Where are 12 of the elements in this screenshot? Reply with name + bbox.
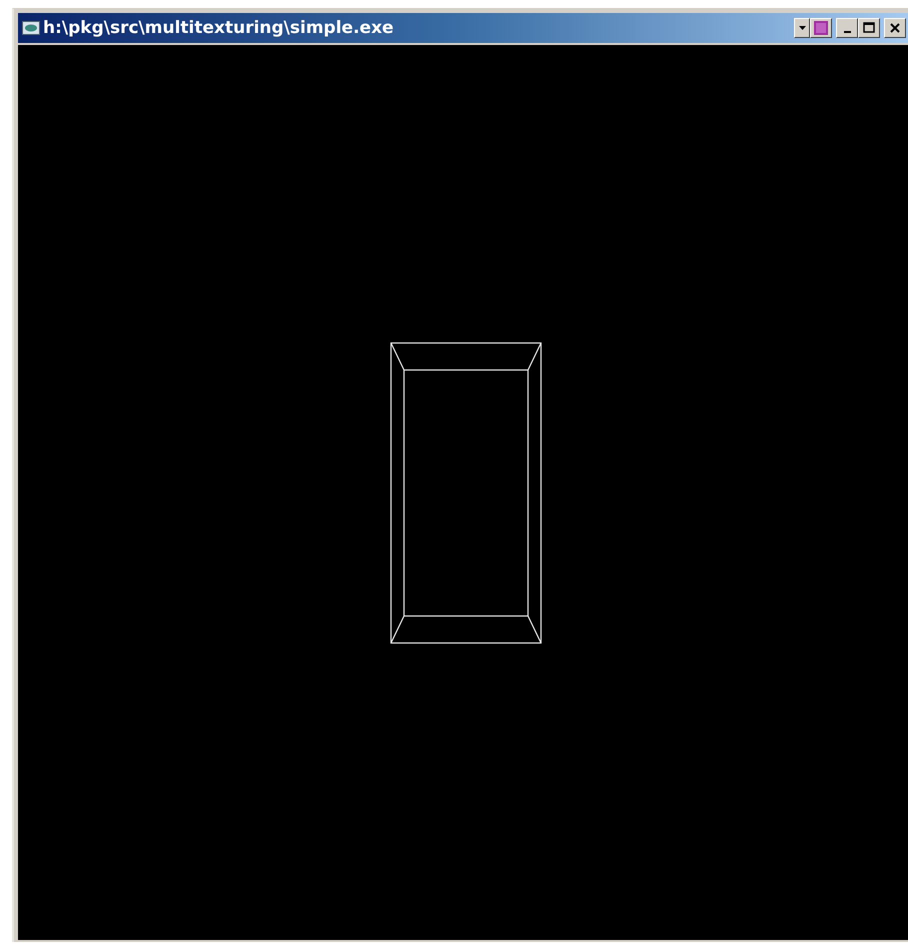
caret-icon — [798, 26, 806, 30]
maximize-icon — [863, 22, 875, 34]
maximize-button[interactable] — [858, 18, 880, 38]
app-icon[interactable] — [22, 21, 40, 35]
menu-button[interactable] — [794, 18, 810, 38]
close-button[interactable] — [884, 18, 906, 38]
pattern-button[interactable] — [810, 18, 832, 38]
window-title: h:\pkg\src\multitexturing\simple.exe — [43, 18, 394, 38]
close-icon — [889, 22, 901, 34]
minimize-button[interactable] — [836, 18, 858, 38]
pattern-icon — [814, 21, 828, 35]
minimize-icon — [844, 31, 850, 33]
